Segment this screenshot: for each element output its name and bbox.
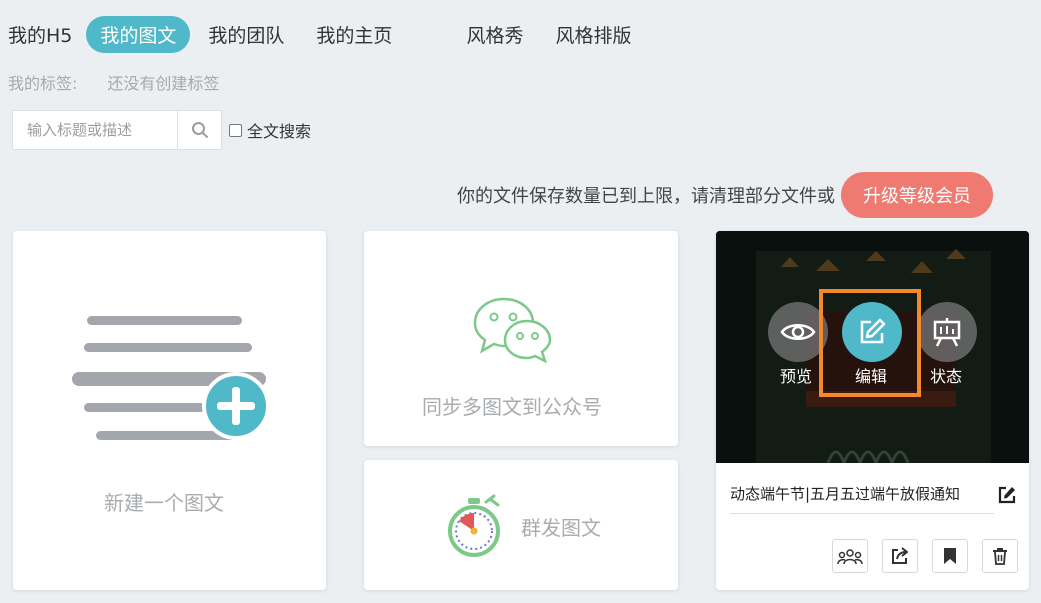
team-icon <box>837 549 863 565</box>
fulltext-search-toggle[interactable]: 全文搜索 <box>229 118 311 142</box>
nav-my-h5[interactable]: 我的H5 <box>8 21 72 48</box>
bookmark-button[interactable] <box>932 539 968 573</box>
new-article-label: 新建一个图文 <box>104 491 224 515</box>
nav-my-articles[interactable]: 我的图文 <box>86 15 191 53</box>
nav-style-layout[interactable]: 风格排版 <box>555 21 631 48</box>
edit-title-icon[interactable] <box>997 485 1017 505</box>
bookmark-icon <box>944 548 956 564</box>
top-nav: 我的H5 我的图文 我的团队 我的主页 风格秀 风格排版 <box>8 14 663 54</box>
stopwatch-icon <box>448 494 500 557</box>
status-button[interactable] <box>917 302 977 362</box>
plus-icon <box>202 372 270 440</box>
tags-row: 我的标签: 还没有创建标签 <box>8 70 219 94</box>
nav-my-team[interactable]: 我的团队 <box>208 21 284 48</box>
search-bar: 全文搜索 <box>12 110 311 150</box>
article-title: 动态端午节|五月五过端午放假通知 <box>730 485 961 503</box>
team-button[interactable] <box>832 539 868 573</box>
search-icon <box>191 122 208 138</box>
search-box <box>12 110 222 150</box>
mass-send-card[interactable]: 群发图文 <box>364 460 678 590</box>
sync-wechat-card[interactable]: 同步多图文到公众号 <box>364 231 678 446</box>
mass-send-label: 群发图文 <box>521 516 601 540</box>
search-input[interactable] <box>13 111 177 149</box>
article-thumbnail[interactable]: 预览 编辑 状态 <box>716 231 1029 463</box>
share-button[interactable] <box>882 539 918 573</box>
share-icon <box>892 547 908 564</box>
trash-icon <box>993 548 1007 565</box>
wechat-icon <box>473 297 552 363</box>
nav-my-homepage[interactable]: 我的主页 <box>316 21 392 48</box>
tags-empty-text: 还没有创建标签 <box>107 74 220 93</box>
eye-icon <box>780 324 816 340</box>
nav-style-show[interactable]: 风格秀 <box>466 21 523 48</box>
delete-button[interactable] <box>982 539 1018 573</box>
sync-wechat-label: 同步多图文到公众号 <box>422 395 602 419</box>
edit-highlight-box <box>819 289 921 397</box>
title-underline <box>730 513 994 514</box>
new-article-card[interactable]: 新建一个图文 <box>13 231 326 590</box>
status-label: 状态 <box>930 367 963 386</box>
fulltext-checkbox[interactable] <box>229 123 242 137</box>
fulltext-label: 全文搜索 <box>247 122 312 141</box>
limit-text: 你的文件保存数量已到上限，请清理部分文件或 <box>457 186 835 207</box>
storage-limit-notice: 你的文件保存数量已到上限，请清理部分文件或 升级等级会员 <box>457 172 993 218</box>
upgrade-member-button[interactable]: 升级等级会员 <box>841 172 993 218</box>
article-card[interactable]: 预览 编辑 状态 动态端午节|五月五过端午放假通知 <box>716 231 1029 590</box>
easel-icon <box>933 318 961 347</box>
search-button[interactable] <box>177 111 221 149</box>
preview-label: 预览 <box>780 367 813 386</box>
tags-label: 我的标签: <box>8 74 78 93</box>
